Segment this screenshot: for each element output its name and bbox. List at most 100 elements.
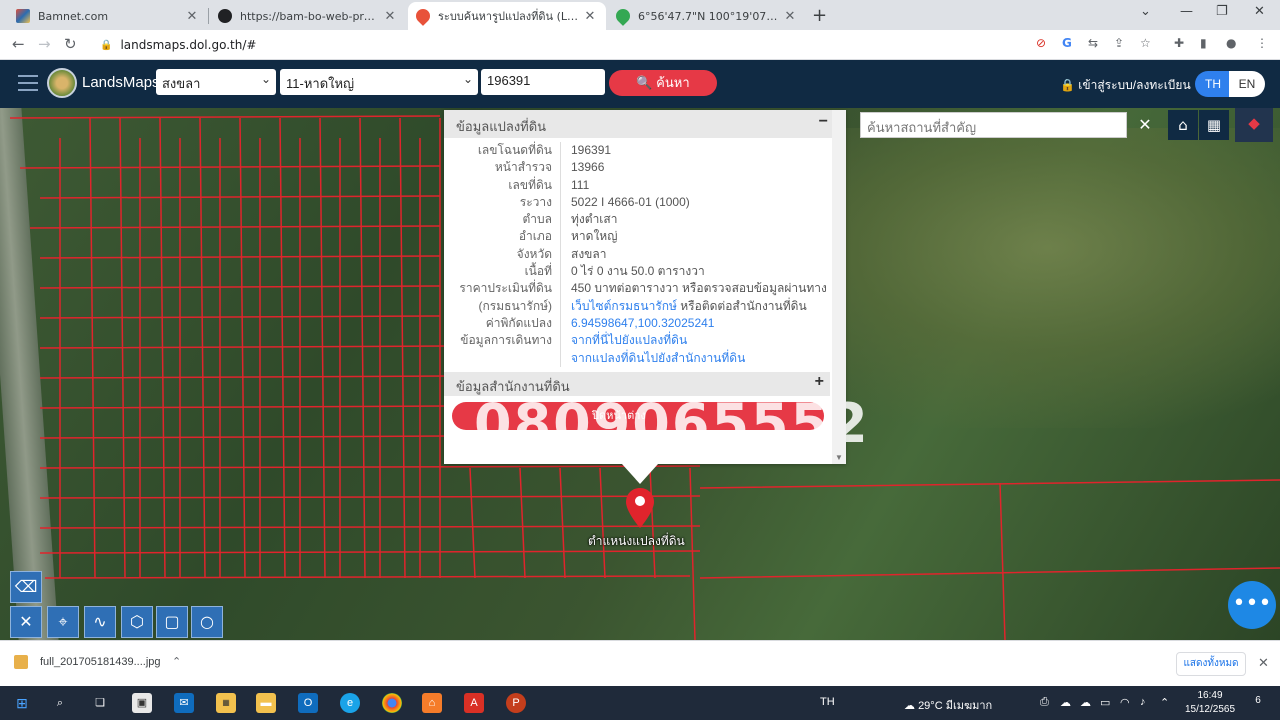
show-all-button[interactable]: แสดงทั้งหมด <box>1176 652 1246 676</box>
notification-center[interactable]: 6 <box>1248 695 1268 711</box>
edge-icon[interactable]: e <box>340 693 360 713</box>
search-icon: 🔍 <box>636 75 653 90</box>
grid-icon[interactable]: ▦ <box>1199 110 1229 140</box>
search-icon[interactable]: ⌕ <box>50 693 70 713</box>
bookmark-star-icon[interactable]: ☆ <box>1140 36 1151 50</box>
store-icon[interactable]: ▣ <box>132 693 152 713</box>
download-item[interactable]: full_201705181439....jpg <box>14 655 161 669</box>
map-pin-favicon-icon <box>413 6 433 26</box>
tab-title: Bamnet.com <box>38 9 109 23</box>
clear-search-icon[interactable]: ✕ <box>1131 112 1159 138</box>
weather-widget[interactable]: ☁ 29°C มีเมฆมาก <box>904 696 992 714</box>
info-row: ตำบล ทุ่งตำเสา <box>444 211 846 229</box>
maximize-icon[interactable]: ❐ <box>1216 4 1228 19</box>
chevron-up-icon[interactable]: ⌃ <box>172 655 181 668</box>
extensions-puzzle-icon[interactable]: ✚ <box>1174 36 1184 50</box>
map-canvas[interactable]: ค้นหาสถานที่สำคัญ ✕ ⌂ ▦ ◆ ข้อมูลแปลงที่ด… <box>0 108 1280 640</box>
onedrive-business-icon[interactable]: ☁ <box>1080 696 1091 709</box>
google-icon[interactable]: G <box>1062 36 1072 50</box>
address-bar[interactable]: 🔒 landsmaps.dol.go.th/# <box>92 33 1032 57</box>
home-icon[interactable]: ⌂ <box>1168 110 1198 140</box>
battery-icon[interactable]: ▭ <box>1100 696 1110 709</box>
pin-label: ตำแหน่งแปลงที่ดิน <box>588 534 685 548</box>
province-select[interactable]: สงขลา ⌄ <box>156 69 276 95</box>
treasury-website-link[interactable]: เว็บไซต์กรมธนารักษ์ <box>571 299 677 313</box>
tab-search-chevron-icon[interactable]: ⌄ <box>1140 4 1151 19</box>
info-row: (กรมธนารักษ์) เว็บไซต์กรมธนารักษ์ หรือติด… <box>444 297 846 315</box>
mail-icon[interactable]: ✉ <box>174 693 194 713</box>
polyline-tool-icon[interactable]: ∿ <box>84 606 116 638</box>
network-icon[interactable]: ◠ <box>1120 696 1130 709</box>
browser-tab-1[interactable]: Bamnet.com ✕ <box>8 2 208 30</box>
task-view-icon[interactable]: ❏ <box>90 693 110 713</box>
close-tab-icon[interactable]: ✕ <box>582 9 598 24</box>
point-tool-icon[interactable]: ⌖ <box>47 606 79 638</box>
more-options-button[interactable]: ••• <box>1228 581 1276 629</box>
hamburger-menu-icon[interactable] <box>18 75 38 91</box>
browser-tab-2[interactable]: https://bam-bo-web-prd.bam.co ✕ <box>210 2 406 30</box>
volume-icon[interactable]: ♪ <box>1140 696 1146 708</box>
close-tab-icon[interactable]: ✕ <box>184 9 200 24</box>
browser-tab-4[interactable]: 6°56'47.7"N 100°19'07.2"E - Goo ✕ <box>608 2 806 30</box>
clock[interactable]: 16:49 15/12/2565 <box>1180 689 1240 717</box>
reload-icon[interactable]: ↻ <box>64 35 77 53</box>
share-icon[interactable]: ⇪ <box>1114 36 1124 50</box>
onedrive-icon[interactable]: ☁ <box>1060 696 1071 709</box>
powerpoint-icon[interactable]: P <box>506 693 526 713</box>
expand-plus-icon[interactable]: + <box>815 373 824 391</box>
file-explorer-icon[interactable]: ▬ <box>256 693 276 713</box>
translate-icon[interactable]: ⇆ <box>1088 36 1098 50</box>
polygon-tool-icon[interactable]: ⬡ <box>121 606 153 638</box>
printer-icon[interactable]: ⎙ <box>1040 696 1049 709</box>
browser-menu-icon[interactable]: ⋮ <box>1256 36 1268 50</box>
home-app-icon[interactable]: ⌂ <box>422 693 442 713</box>
side-panel-icon[interactable]: ▮ <box>1200 36 1207 50</box>
rectangle-tool-icon[interactable]: ▢ <box>156 606 188 638</box>
close-downloads-icon[interactable]: ✕ <box>1258 655 1269 671</box>
row-value: 13966 <box>571 160 605 175</box>
minimize-icon[interactable]: — <box>1180 4 1193 19</box>
collapse-minus-icon[interactable]: − <box>819 113 828 131</box>
windows-start-icon[interactable]: ⊞ <box>12 693 32 713</box>
chrome-icon[interactable] <box>382 693 402 713</box>
info-row: เลขที่ดิน 111 <box>444 176 846 194</box>
place-search-input[interactable]: ค้นหาสถานที่สำคัญ <box>860 112 1127 138</box>
panel-scrollbar[interactable]: ▼ <box>832 110 846 464</box>
acrobat-icon[interactable]: A <box>464 693 484 713</box>
circle-tool-icon[interactable]: ○ <box>191 606 223 638</box>
downloads-bar: full_201705181439....jpg ⌃ แสดงทั้งหมด ✕ <box>0 640 1280 686</box>
blocked-icon[interactable]: ⊘ <box>1036 36 1046 50</box>
parcel-number-input[interactable]: 196391 <box>481 69 605 95</box>
lang-en-button[interactable]: EN <box>1229 71 1265 97</box>
layers-icon[interactable]: ◆ <box>1235 108 1273 142</box>
directions-to-parcel-link[interactable]: จากที่นี่ไปยังแปลงที่ดิน <box>571 333 687 347</box>
info-row: ราคาประเมินที่ดิน 450 บาทต่อตารางวา หรือต… <box>444 280 846 298</box>
back-arrow-icon[interactable]: ← <box>12 35 25 53</box>
eraser-tool-icon[interactable]: ⌫ <box>10 571 42 603</box>
new-tab-button[interactable]: + <box>812 5 827 26</box>
forward-arrow-icon[interactable]: → <box>38 35 51 53</box>
measure-tool-icon[interactable]: ✕ <box>10 606 42 638</box>
map-pin-icon[interactable] <box>626 488 654 528</box>
tray-overflow-icon[interactable]: ⌃ <box>1160 696 1169 709</box>
close-tab-icon[interactable]: ✕ <box>382 9 398 24</box>
chevron-down-icon: ⌄ <box>462 72 473 86</box>
district-value: 11-หาดใหญ่ <box>286 76 355 91</box>
search-button[interactable]: 🔍 ค้นหา <box>609 70 717 96</box>
close-tab-icon[interactable]: ✕ <box>782 9 798 24</box>
lang-th-button[interactable]: TH <box>1195 71 1231 97</box>
row-value: 196391 <box>571 143 612 157</box>
outlook-icon[interactable]: O <box>298 693 318 713</box>
coordinates-link[interactable]: 6.94598647,100.32025241 <box>571 316 714 330</box>
panel-header[interactable]: ข้อมูลแปลงที่ดิน − <box>444 110 846 138</box>
district-select[interactable]: 11-หาดใหญ่ ⌄ <box>280 69 478 95</box>
input-language[interactable]: TH <box>820 696 835 708</box>
directions-to-office-link[interactable]: จากแปลงที่ดินไปยังสำนักงานที่ดิน <box>571 351 745 365</box>
login-register-link[interactable]: 🔒 เข้าสู่ระบบ/ลงทะเบียน <box>1060 76 1191 95</box>
window-close-icon[interactable]: ✕ <box>1254 4 1265 19</box>
bbs-app-icon[interactable]: ▦ <box>216 693 236 713</box>
profile-avatar-icon[interactable]: ● <box>1226 36 1236 50</box>
browser-tab-3-active[interactable]: ระบบค้นหารูปแปลงที่ดิน (LandsMaps ✕ <box>408 2 606 30</box>
row-value: เว็บไซต์กรมธนารักษ์ หรือติดต่อสำนักงานที… <box>561 298 807 315</box>
scroll-down-icon[interactable]: ▼ <box>832 453 846 462</box>
